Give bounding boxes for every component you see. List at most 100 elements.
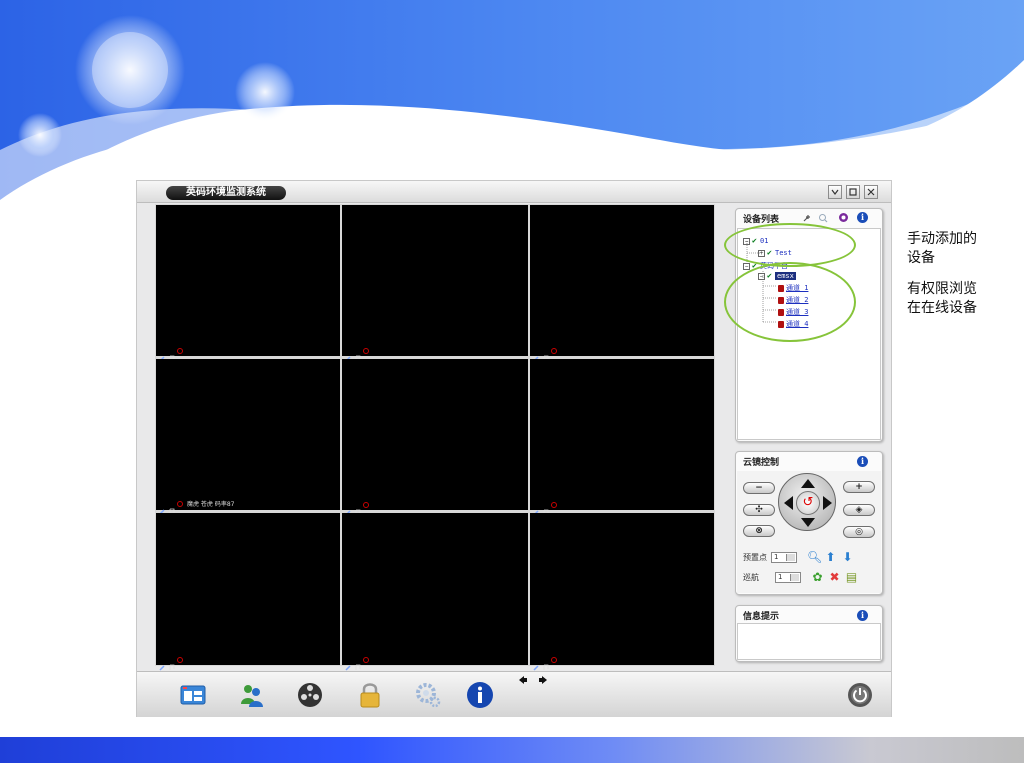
app-title: 英码环境监测系统 [166, 186, 286, 200]
video-cell-6[interactable] [530, 359, 714, 516]
info-panel-info-icon[interactable]: i [857, 610, 868, 621]
lock-icon [360, 683, 380, 708]
search-preset-icon[interactable]: 🔍︎ [807, 551, 822, 564]
annotation-manual-add: 手动添加的设备 [907, 231, 977, 266]
mic-icon[interactable] [159, 656, 166, 671]
annotation-authorized: 有权限浏览在在线设备 [907, 281, 977, 316]
audio-icon[interactable] [168, 500, 175, 514]
arrow-down-icon[interactable]: ⬇︎ [841, 551, 854, 564]
focus-far-button[interactable]: ◈ [843, 504, 875, 516]
mic-icon[interactable] [533, 656, 540, 671]
playback-button[interactable] [295, 680, 325, 710]
mic-icon[interactable] [345, 656, 352, 671]
delete-icon[interactable]: ✖ [828, 571, 841, 584]
mic-icon[interactable] [159, 500, 166, 515]
settings-button[interactable] [413, 680, 443, 710]
preset-row: 预置点 1 🔍︎ ⬆︎ ⬇︎ [743, 551, 854, 564]
minimize-icon [831, 189, 839, 195]
preset-select[interactable]: 1 [771, 552, 797, 563]
close-button[interactable] [864, 185, 878, 199]
arrow-right-icon [539, 676, 547, 684]
arrow-up-icon[interactable]: ⬆︎ [824, 551, 837, 564]
info-panel: 信息提示 i [735, 605, 883, 662]
video-cell-1[interactable] [156, 205, 340, 362]
ptz-info-icon[interactable]: i [857, 456, 868, 467]
add-device-icon[interactable] [802, 213, 812, 223]
lock-button[interactable] [355, 680, 385, 710]
record-icon[interactable] [177, 500, 183, 507]
pan-down-button[interactable] [801, 518, 815, 527]
audio-icon[interactable] [354, 347, 361, 361]
list-icon[interactable]: ▤ [845, 571, 858, 584]
video-cell-9[interactable] [530, 513, 714, 671]
bottom-toolbar [137, 671, 891, 717]
video-cell-8[interactable] [342, 513, 528, 671]
iris-close-button[interactable]: ⊗ [743, 525, 775, 537]
zoom-in-button[interactable]: + [843, 481, 875, 493]
record-icon[interactable] [363, 656, 369, 663]
gear-icon [416, 683, 441, 708]
mic-icon[interactable] [345, 347, 352, 362]
minimize-button[interactable] [828, 185, 842, 199]
focus-near-button[interactable]: ✣ [743, 504, 775, 516]
zoom-out-button[interactable]: − [743, 482, 775, 494]
mic-icon[interactable] [345, 501, 352, 516]
audio-icon[interactable] [168, 347, 175, 361]
next-page-button[interactable] [537, 674, 549, 686]
settings-icon[interactable] [838, 212, 849, 223]
record-icon[interactable] [177, 656, 183, 663]
info-body [737, 623, 881, 660]
record-icon[interactable] [177, 347, 183, 354]
video-cell-3[interactable] [530, 205, 714, 362]
direction-pad: ↺ [778, 473, 836, 531]
slide: 英码环境监测系统 魔虎 苍虎 码率87 设备列表 i − ✔ 01 + ✔ Te… [0, 0, 1024, 768]
search-device-icon[interactable] [818, 213, 828, 223]
pan-up-button[interactable] [801, 479, 815, 488]
close-icon [867, 188, 875, 196]
audio-icon[interactable] [168, 656, 175, 670]
video-cell-7[interactable] [156, 513, 340, 671]
record-icon[interactable] [363, 501, 369, 508]
arrow-left-icon [519, 676, 527, 684]
start-cruise-icon[interactable]: ✿ [811, 571, 824, 584]
mic-icon[interactable] [159, 347, 166, 362]
record-icon[interactable] [551, 656, 557, 663]
power-icon [848, 683, 872, 707]
annotation-ellipse-authorized [724, 262, 856, 342]
iris-open-button[interactable]: ◎ [843, 526, 875, 538]
pan-right-button[interactable] [823, 496, 832, 510]
audio-icon[interactable] [354, 501, 361, 515]
users-icon [241, 685, 263, 707]
layout-button[interactable] [178, 680, 208, 710]
annotation-ellipse-manual [724, 223, 856, 267]
video-cell-5[interactable] [342, 359, 528, 516]
ptz-control-panel: 云镜控制 i − + ✣ ◈ ⊗ ◎ ↺ 预置点 1 🔍︎ ⬆︎ ⬇︎ 巡航 1… [735, 451, 883, 595]
record-icon[interactable] [363, 347, 369, 354]
video-overlay-text: 魔虎 苍虎 码率87 [187, 501, 235, 508]
ptz-body: − + ✣ ◈ ⊗ ◎ ↺ 预置点 1 🔍︎ ⬆︎ ⬇︎ 巡航 1 ✿ ✖ ▤ [737, 471, 881, 593]
power-button[interactable] [847, 682, 873, 708]
cruise-label: 巡航 [743, 573, 759, 582]
video-cell-2[interactable] [342, 205, 528, 362]
video-cell-4[interactable]: 魔虎 苍虎 码率87 [156, 359, 340, 515]
device-list-info-icon[interactable]: i [857, 212, 868, 223]
audio-icon[interactable] [542, 656, 549, 670]
about-button[interactable] [465, 680, 495, 710]
previous-page-button[interactable] [517, 674, 529, 686]
audio-icon[interactable] [542, 501, 549, 515]
maximize-button[interactable] [846, 185, 860, 199]
collapse-icon: − [743, 262, 750, 270]
audio-icon[interactable] [542, 347, 549, 361]
record-icon[interactable] [551, 501, 557, 508]
users-button[interactable] [237, 680, 267, 710]
audio-icon[interactable] [354, 656, 361, 670]
info-title: 信息提示 [743, 612, 780, 622]
pan-left-button[interactable] [784, 496, 793, 510]
mic-icon[interactable] [533, 347, 540, 362]
layout-icon [180, 685, 206, 705]
auto-rotate-icon[interactable]: ↺ [796, 491, 820, 515]
cruise-row: 巡航 1 ✿ ✖ ▤ [743, 571, 858, 584]
record-icon[interactable] [551, 347, 557, 354]
cruise-select[interactable]: 1 [775, 572, 801, 583]
mic-icon[interactable] [533, 501, 540, 516]
